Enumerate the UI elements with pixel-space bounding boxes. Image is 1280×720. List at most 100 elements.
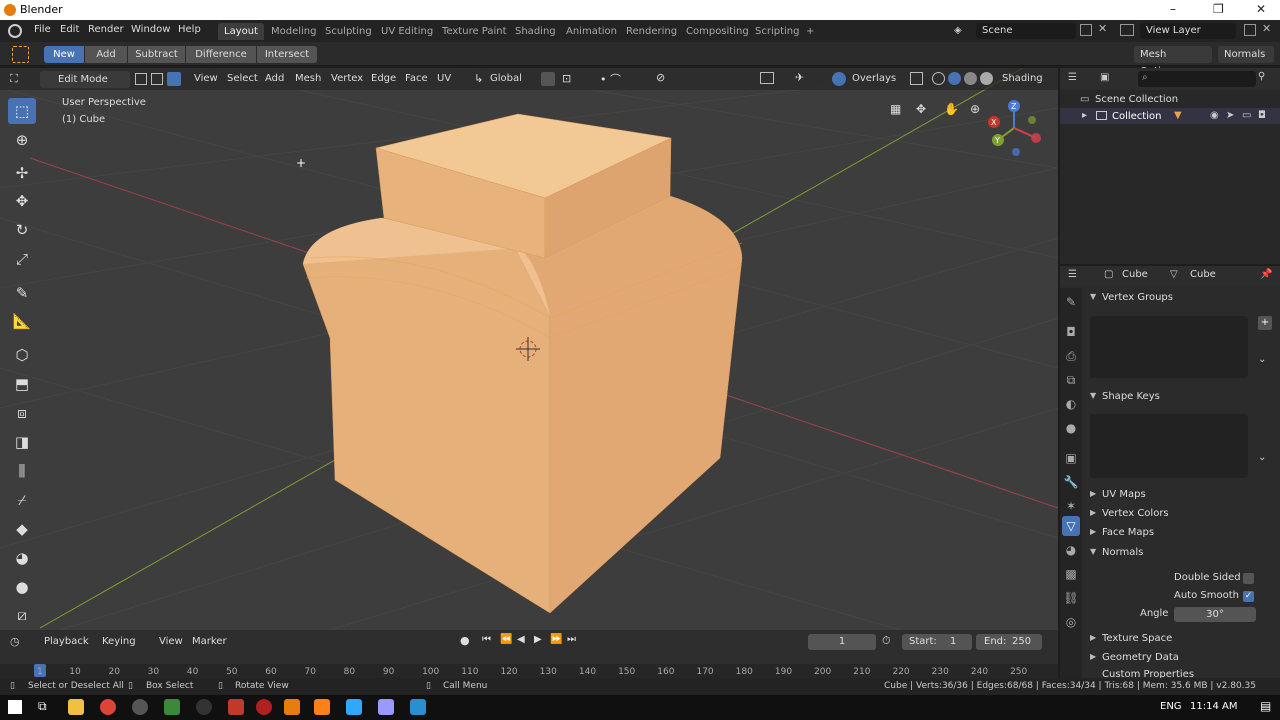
menu-edge[interactable]: Edge: [371, 73, 396, 84]
blender-taskbar-icon[interactable]: [284, 699, 300, 715]
grid-toggle-icon[interactable]: ▦: [890, 102, 901, 116]
menu-add[interactable]: Add: [265, 73, 284, 84]
particles-tab-icon[interactable]: ✶: [1062, 496, 1080, 516]
knife-tool-icon[interactable]: ⌿: [8, 487, 36, 513]
rendered-shading-icon[interactable]: [980, 72, 993, 85]
expand-arrow-icon[interactable]: ▶: [1090, 633, 1096, 642]
menu-render[interactable]: Render: [88, 24, 124, 35]
snap-toggle-icon[interactable]: [541, 72, 555, 86]
shape-keys-panel-header[interactable]: Shape Keys: [1086, 388, 1276, 406]
mesh-name[interactable]: Cube: [1190, 269, 1216, 280]
editor-type-icon[interactable]: ⛶: [10, 72, 18, 86]
properties-editor-icon[interactable]: ☰: [1068, 269, 1077, 280]
uv-maps-panel-header[interactable]: UV Maps: [1086, 486, 1276, 504]
premiere-icon[interactable]: [378, 699, 394, 715]
tab-animation[interactable]: Animation: [560, 23, 623, 40]
blender-menu-icon[interactable]: [8, 24, 22, 38]
new-scene-icon[interactable]: [1080, 24, 1092, 36]
tab-scripting[interactable]: Scripting: [749, 23, 805, 40]
vertex-groups-list[interactable]: [1090, 316, 1248, 378]
proportional-edit-icon[interactable]: • ⌒: [600, 71, 621, 87]
play-reverse-icon[interactable]: ◀: [517, 634, 525, 645]
app-icon[interactable]: [228, 699, 244, 715]
menu-uv[interactable]: UV: [437, 73, 451, 84]
overlays-icon[interactable]: [832, 72, 846, 86]
scene-tab-icon[interactable]: ◐: [1062, 394, 1080, 414]
mesh-options-dropdown[interactable]: Mesh Options: [1134, 46, 1212, 77]
camera-view-icon[interactable]: ✥: [916, 102, 926, 116]
edge-select-icon[interactable]: [151, 73, 163, 85]
menu-keying[interactable]: Keying: [102, 636, 136, 647]
tab-rendering[interactable]: Rendering: [620, 23, 683, 40]
smooth-tool-icon[interactable]: ●: [8, 574, 36, 600]
menu-help[interactable]: Help: [178, 24, 201, 35]
vertex-select-icon[interactable]: [135, 73, 147, 85]
vertex-groups-panel-header[interactable]: Vertex Groups: [1086, 289, 1276, 307]
menu-marker[interactable]: Marker: [192, 636, 227, 647]
zoom-icon[interactable]: ⊕: [970, 102, 980, 116]
task-view-icon[interactable]: ⧉: [38, 699, 47, 714]
clock[interactable]: 11:14 AM: [1190, 701, 1237, 712]
timeline-editor-icon[interactable]: ◷: [10, 635, 20, 648]
tab-compositing[interactable]: Compositing: [680, 23, 755, 40]
gizmo-toggle-icon[interactable]: ✈: [795, 71, 804, 84]
tab-shading[interactable]: Shading: [509, 23, 562, 40]
menu-view[interactable]: View: [194, 73, 218, 84]
menu-view-timeline[interactable]: View: [159, 636, 183, 647]
spin-tool-icon[interactable]: ◕: [8, 545, 36, 571]
expand-arrow-icon[interactable]: ▸: [1082, 110, 1087, 121]
poly-build-tool-icon[interactable]: ◆: [8, 516, 36, 542]
physics-tab-icon[interactable]: ◎: [1062, 612, 1080, 632]
view-layer-tab-icon[interactable]: ⧉: [1062, 370, 1080, 390]
output-tab-icon[interactable]: ⎙: [1062, 346, 1080, 366]
expand-arrow-icon[interactable]: ▶: [1090, 489, 1096, 498]
double-sided-checkbox[interactable]: [1243, 573, 1254, 584]
menu-edit[interactable]: Edit: [60, 24, 79, 35]
menu-mesh[interactable]: Mesh: [295, 73, 321, 84]
annotate-tool-icon[interactable]: ✎: [8, 280, 36, 306]
tab-sculpting[interactable]: Sculpting: [319, 23, 378, 40]
mode-selector[interactable]: Edit Mode: [40, 71, 130, 88]
render-tab-icon[interactable]: ◘: [1062, 322, 1080, 342]
app-icon[interactable]: [410, 699, 426, 715]
next-keyframe-icon[interactable]: ⏩: [550, 634, 562, 645]
file-explorer-icon[interactable]: [68, 699, 84, 715]
inset-tool-icon[interactable]: ⧈: [8, 400, 36, 426]
scene-collection-label[interactable]: Scene Collection: [1095, 94, 1178, 105]
move-tool-icon[interactable]: ✢: [8, 160, 36, 186]
unreal-icon[interactable]: [196, 699, 212, 715]
angle-field[interactable]: 30°: [1174, 607, 1256, 622]
snap-type-icon[interactable]: ⊡: [562, 72, 571, 85]
mode-intersect-button[interactable]: Intersect: [257, 46, 317, 63]
remove-view-layer-icon[interactable]: ✕: [1262, 22, 1271, 35]
geometry-data-panel-header[interactable]: Geometry Data: [1086, 649, 1276, 667]
record-icon[interactable]: ●: [460, 634, 470, 647]
tab-layout[interactable]: Layout: [218, 23, 264, 40]
menu-face[interactable]: Face: [405, 73, 428, 84]
add-workspace-button[interactable]: +: [800, 23, 820, 40]
auto-smooth-checkbox[interactable]: ✓: [1243, 591, 1254, 602]
notifications-icon[interactable]: ▤: [1260, 699, 1271, 713]
view-layer-selector[interactable]: View Layer: [1140, 23, 1236, 39]
collapse-arrow-icon[interactable]: ▼: [1090, 391, 1096, 400]
language-indicator[interactable]: ENG: [1160, 701, 1182, 712]
xray-toggle-icon[interactable]: [910, 72, 923, 85]
mode-difference-button[interactable]: Difference: [186, 46, 256, 63]
visibility-icon[interactable]: [760, 72, 774, 84]
3d-viewport[interactable]: + User Perspective (1) Cube ▦ ✥ ✋ ⊕ Z Y …: [0, 68, 1058, 630]
material-tab-icon[interactable]: ◕: [1062, 540, 1080, 560]
face-maps-panel-header[interactable]: Face Maps: [1086, 524, 1276, 542]
menu-playback[interactable]: Playback: [44, 636, 89, 647]
mode-subtract-button[interactable]: Subtract: [128, 46, 185, 63]
illustrator-icon[interactable]: [314, 699, 330, 715]
outliner-search-input[interactable]: [1138, 71, 1256, 87]
mesh-data-tab-icon[interactable]: ▽: [1062, 516, 1080, 536]
custom-properties-panel-header[interactable]: Custom Properties: [1086, 666, 1276, 678]
expand-arrow-icon[interactable]: ▶: [1090, 527, 1096, 536]
vertex-group-menu-icon[interactable]: ⌄: [1258, 354, 1266, 365]
scene-selector[interactable]: Scene: [976, 23, 1076, 39]
face-select-icon[interactable]: [167, 72, 181, 86]
render-toggle-icon[interactable]: ◘: [1258, 110, 1266, 121]
orientation-dropdown[interactable]: Global: [490, 73, 522, 84]
bevel-tool-icon[interactable]: ◨: [8, 429, 36, 455]
